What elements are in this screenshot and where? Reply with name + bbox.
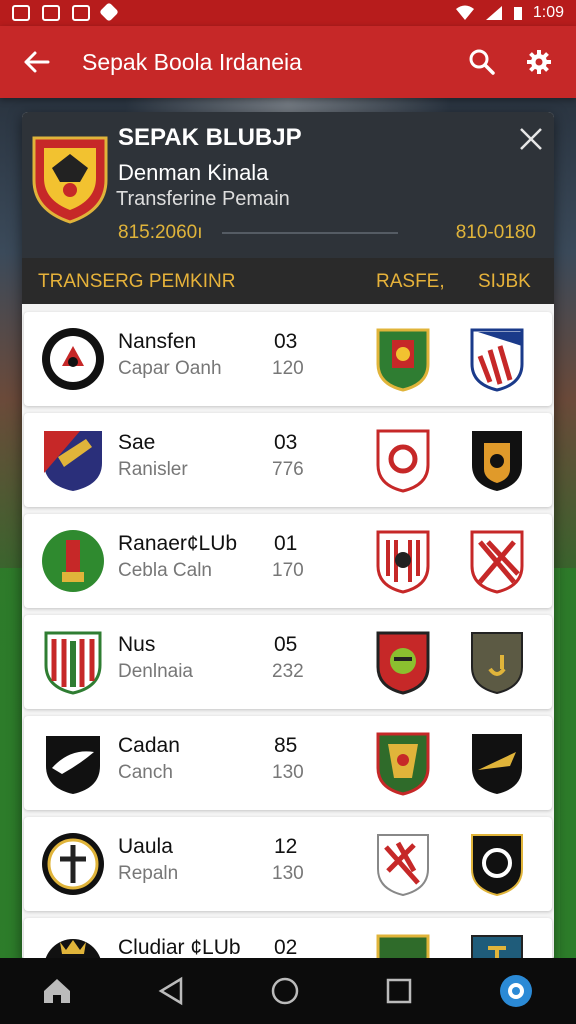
gear-icon[interactable] xyxy=(526,49,552,75)
notification-icon xyxy=(12,5,30,21)
club-logo xyxy=(42,530,104,592)
list-item[interactable]: Ranaer¢LUb Cebla Caln 01 170 xyxy=(24,514,552,608)
club-logo xyxy=(44,631,102,695)
notification-icon xyxy=(42,5,60,21)
transfer-value: 232 xyxy=(272,661,304,682)
player-detail: Canch xyxy=(118,762,173,783)
home-icon[interactable] xyxy=(42,977,72,1005)
list-item[interactable]: Nus Denlnaia 05 232 xyxy=(24,615,552,709)
list-item[interactable]: Nansfen Capar Oanh 03 120 xyxy=(24,312,552,406)
back-button[interactable] xyxy=(0,50,72,74)
player-detail: Cebla Caln xyxy=(118,560,212,581)
arrow-left-icon xyxy=(24,51,50,73)
player-name: Cludiar ¢LUb xyxy=(118,936,241,959)
column-to: SIJBK xyxy=(478,271,531,292)
divider xyxy=(222,232,398,234)
player-name: Sae xyxy=(118,431,156,454)
value-right: 810-0180 xyxy=(455,222,536,243)
navigation-bar xyxy=(0,958,576,1024)
list-item[interactable]: Cadan Canch 85 130 xyxy=(24,716,552,810)
transfer-value: 130 xyxy=(272,762,304,783)
transfer-value: 130 xyxy=(272,863,304,884)
club-logo xyxy=(46,736,100,794)
transfer-number: 85 xyxy=(274,734,298,757)
list-item[interactable]: Sae Ranisler 03 776 xyxy=(24,413,552,507)
from-club-badge xyxy=(376,732,430,796)
app-title: Sepak Boola Irdaneia xyxy=(82,48,302,75)
status-bar: 1:09 xyxy=(0,0,576,26)
list-item[interactable]: Uaula Repaln 12 130 xyxy=(24,817,552,911)
column-from: RASFE, xyxy=(376,271,445,292)
recents-square-icon[interactable] xyxy=(385,977,413,1005)
club-logo xyxy=(42,328,104,390)
notification-icon xyxy=(72,5,90,21)
search-icon[interactable] xyxy=(468,48,496,76)
transfer-value: 170 xyxy=(272,560,304,581)
player-detail: Repaln xyxy=(118,863,179,884)
card-header: SEPAK BLUBJP Denman Kinala Transferine P… xyxy=(22,112,554,258)
club-logo xyxy=(42,833,104,895)
to-club-badge xyxy=(472,734,522,794)
clock: 1:09 xyxy=(532,4,564,21)
player-name: Uaula xyxy=(118,835,173,858)
transfer-value: 120 xyxy=(272,358,304,379)
battery-icon xyxy=(513,7,522,20)
card-subtitle-secondary: Transferine Pemain xyxy=(116,188,290,210)
app-bar: Sepak Boola Irdaneia xyxy=(0,26,576,98)
signal-icon xyxy=(485,6,502,20)
player-detail: Ranisler xyxy=(118,459,188,480)
card-subtitle: Denman Kinala xyxy=(118,160,269,185)
home-circle-icon[interactable] xyxy=(270,976,300,1006)
to-club-badge xyxy=(472,431,522,491)
column-header: TRANSERG PEMKINR RASFE, SIJBK xyxy=(22,258,554,304)
player-detail: Denlnaia xyxy=(118,661,193,682)
assistant-icon[interactable] xyxy=(498,973,534,1009)
back-triangle-icon[interactable] xyxy=(157,976,185,1006)
from-club-badge xyxy=(376,328,430,392)
transfer-number: 02 xyxy=(274,936,298,959)
player-name: Nansfen xyxy=(118,330,197,353)
to-club-badge xyxy=(470,530,524,594)
club-logo xyxy=(44,431,102,491)
player-name: Nus xyxy=(118,633,156,656)
column-player: TRANSERG PEMKINR xyxy=(38,271,236,292)
wifi-icon xyxy=(455,5,474,20)
card-title: SEPAK BLUBJP xyxy=(118,124,302,151)
transfer-number: 03 xyxy=(274,431,298,454)
transfer-number: 03 xyxy=(274,330,298,353)
notification-icons xyxy=(12,2,119,22)
value-left: 815:2060ı xyxy=(118,222,203,243)
notification-icon xyxy=(99,2,119,22)
from-club-badge xyxy=(376,631,430,695)
list-item[interactable]: Cludiar ¢LUb 02 xyxy=(24,918,552,962)
player-name: Cadan xyxy=(118,734,180,757)
from-club-badge xyxy=(377,834,429,897)
from-club-badge xyxy=(376,429,430,493)
to-club-badge xyxy=(470,328,524,392)
to-club-badge xyxy=(471,834,523,897)
transfer-number: 01 xyxy=(274,532,298,555)
to-club-badge xyxy=(471,632,523,695)
close-icon[interactable] xyxy=(518,126,544,152)
transfer-number: 05 xyxy=(274,633,298,656)
transfer-number: 12 xyxy=(274,835,298,858)
from-club-badge xyxy=(376,530,430,594)
club-crest xyxy=(32,136,108,224)
transfer-value: 776 xyxy=(272,459,304,480)
player-detail: Capar Oanh xyxy=(118,358,222,379)
transfer-card: SEPAK BLUBJP Denman Kinala Transferine P… xyxy=(22,112,554,962)
player-name: Ranaer¢LUb xyxy=(118,532,238,555)
transfer-list: Nansfen Capar Oanh 03 120 Sae Ranisler 0… xyxy=(22,304,554,962)
